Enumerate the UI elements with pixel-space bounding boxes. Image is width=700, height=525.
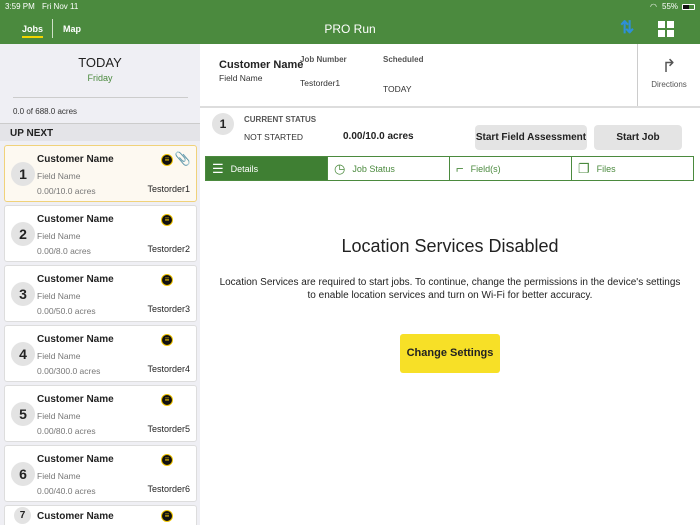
customer-name: Customer Name xyxy=(37,214,114,225)
job-number: 6 xyxy=(11,462,35,486)
job-type-icon: ≡ xyxy=(161,334,173,346)
clock-icon: ◷ xyxy=(334,160,346,176)
customer-name: Customer Name xyxy=(37,511,114,522)
day-heading: TODAY xyxy=(78,55,122,70)
order-number: Testorder3 xyxy=(147,304,190,314)
start-job-button[interactable]: Start Job xyxy=(594,125,682,150)
job-number: 1 xyxy=(11,162,35,186)
job-type-icon: ≡ xyxy=(161,214,173,226)
turn-right-icon: ↱ xyxy=(661,56,677,76)
job-acres: 0.00/40.0 acres xyxy=(37,486,96,496)
weekday: Friday xyxy=(87,73,113,83)
job-card[interactable]: ≡ 3 Customer Name Field Name 0.00/50.0 acres… xyxy=(4,265,197,322)
customer-name: Customer Name xyxy=(37,274,114,285)
field-name: Field Name xyxy=(37,411,81,421)
attachment-icon: 📎 xyxy=(174,151,191,166)
job-number: 4 xyxy=(11,342,35,366)
status-time: 3:59 PM xyxy=(5,2,35,11)
job-list-sidebar: TODAY Friday 0.0 of 688.0 acres UP NEXT … xyxy=(0,44,200,525)
job-type-icon: ≡ xyxy=(161,454,173,466)
scheduled-label: Scheduled xyxy=(383,55,424,64)
status-label: CURRENT STATUS xyxy=(244,115,317,124)
job-number: Testorder1 xyxy=(300,78,341,88)
order-number: Testorder1 xyxy=(147,184,190,194)
job-card[interactable]: ≡ 1 Customer Name Field Name 0.00/10.0 acres… xyxy=(4,145,197,202)
files-icon: ❐ xyxy=(578,160,590,176)
status-value: NOT STARTED xyxy=(244,132,304,142)
section-header: UP NEXT xyxy=(0,123,200,141)
field-name: Field Name xyxy=(37,351,81,361)
customer-name: Customer Name xyxy=(37,394,114,405)
customer-name: Customer Name xyxy=(37,454,114,465)
job-number: 7 xyxy=(14,507,31,524)
wifi-icon: ◠ xyxy=(650,2,657,11)
order-number: Testorder6 xyxy=(147,484,190,494)
tab-files[interactable]: ❐ Files xyxy=(572,157,693,180)
grid-menu-icon[interactable] xyxy=(658,21,674,37)
start-field-assessment-button[interactable]: Start Field Assessment xyxy=(475,125,587,150)
divider xyxy=(200,106,700,108)
scheduled-value: TODAY xyxy=(383,84,412,94)
job-type-icon: ≡ xyxy=(161,394,173,406)
field-boundary-icon: ⌐ xyxy=(456,161,464,176)
job-acres: 0.00/8.0 acres xyxy=(37,246,91,256)
tab-details[interactable]: ☰ Details xyxy=(206,157,328,180)
directions-button[interactable]: ↱ Directions xyxy=(638,44,700,106)
order-number: Testorder5 xyxy=(147,424,190,434)
field-name: Field Name xyxy=(37,171,81,181)
details-list-icon: ☰ xyxy=(212,160,224,176)
job-type-icon: ≡ xyxy=(161,154,173,166)
directions-label: Directions xyxy=(651,80,687,89)
tab-label: Files xyxy=(596,163,616,174)
field-name: Field Name xyxy=(37,471,81,481)
job-card[interactable]: ≡ 5 Customer Name Field Name 0.00/80.0 acres… xyxy=(4,385,197,442)
job-acres: 0.00/10.0 acres xyxy=(37,186,96,196)
customer-name: Customer Name xyxy=(37,154,114,165)
tab-label: Job Status xyxy=(352,163,395,174)
job-number: 3 xyxy=(11,282,35,306)
job-acres: 0.00/10.0 acres xyxy=(343,131,414,142)
detail-tabs: ☰ Details ◷ Job Status ⌐ Field(s) ❐ Files xyxy=(205,156,694,181)
job-number: 5 xyxy=(11,402,35,426)
job-acres: 0.00/50.0 acres xyxy=(37,306,96,316)
job-detail: Customer Name Field Name Job Number Test… xyxy=(200,44,700,525)
job-card[interactable]: ≡ 6 Customer Name Field Name 0.00/40.0 acres… xyxy=(4,445,197,502)
tab-job-status[interactable]: ◷ Job Status xyxy=(328,157,450,180)
job-card[interactable]: ≡ 2 Customer Name Field Name 0.00/8.0 acres T… xyxy=(4,205,197,262)
job-number: 2 xyxy=(11,222,35,246)
order-number: Testorder2 xyxy=(147,244,190,254)
job-type-icon: ≡ xyxy=(161,274,173,286)
tab-label: Details xyxy=(230,163,259,174)
field-name: Field Name xyxy=(219,73,263,83)
acres-summary: 0.0 of 688.0 acres xyxy=(13,107,78,116)
status-date: Fri Nov 11 xyxy=(42,2,79,11)
message-title: Location Services Disabled xyxy=(341,236,559,256)
field-name: Field Name xyxy=(37,231,81,241)
customer-name: Customer Name xyxy=(219,59,304,71)
sync-icon[interactable]: ⇅ xyxy=(620,18,634,38)
job-number-label: Job Number xyxy=(300,55,347,64)
app-title: PRO Run xyxy=(324,22,376,36)
divider xyxy=(13,97,188,98)
battery-icon xyxy=(682,4,695,10)
step-number: 1 xyxy=(212,113,234,135)
tab-fields[interactable]: ⌐ Field(s) xyxy=(450,157,572,180)
order-number: Testorder4 xyxy=(147,364,190,374)
field-name: Field Name xyxy=(37,291,81,301)
top-bar: 3:59 PM Fri Nov 11 ◠ 55% Jobs Map PRO Ru… xyxy=(0,0,700,44)
job-acres: 0.00/80.0 acres xyxy=(37,426,96,436)
job-card[interactable]: ≡ 4 Customer Name Field Name 0.00/300.0 acre… xyxy=(4,325,197,382)
change-settings-button[interactable]: Change Settings xyxy=(400,334,500,373)
job-acres: 0.00/300.0 acres xyxy=(37,366,101,376)
battery-level: 55% xyxy=(662,2,679,11)
job-card[interactable]: ≡ 7 Customer Name xyxy=(4,505,197,525)
customer-name: Customer Name xyxy=(37,334,114,345)
tab-label: Field(s) xyxy=(470,163,501,174)
message-body: Location Services are required to start … xyxy=(219,277,681,301)
job-type-icon: ≡ xyxy=(161,510,173,522)
